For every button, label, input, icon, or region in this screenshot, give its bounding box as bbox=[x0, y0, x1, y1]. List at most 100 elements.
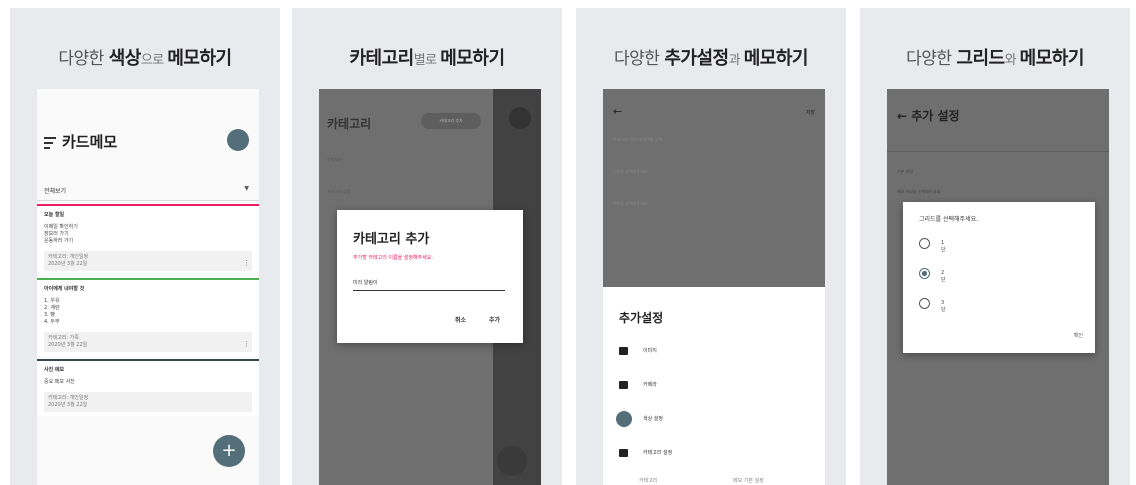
image-icon bbox=[619, 347, 628, 355]
card-body: 이메일 확인하기 장보러 가기 운동하러 가기 bbox=[44, 224, 252, 245]
caption-bold: 카테고리 bbox=[349, 48, 414, 69]
radio-off-icon bbox=[919, 298, 930, 309]
memo-card[interactable]: 사진 메모 중요 메모 사진 카테고리: 개인일정 2020년 3월 22일 bbox=[37, 359, 259, 416]
card-title: 사진 메모 bbox=[44, 367, 65, 373]
category-name-input[interactable]: 미리 알림이 bbox=[353, 278, 505, 291]
avatar[interactable] bbox=[227, 129, 249, 151]
dialog-title: 카테고리 추가 bbox=[353, 232, 430, 247]
memo-card[interactable]: 오늘 할일 이메일 확인하기 장보러 가기 운동하러 가기 카테고리: 개인일정… bbox=[37, 204, 259, 275]
arrow-left-icon[interactable]: ← bbox=[613, 105, 622, 118]
category-row[interactable]: 전체보기 bbox=[327, 157, 342, 163]
card-body: 1. 우유 2. 계란 3. 빵 4. 두부 bbox=[44, 298, 252, 326]
memo-card[interactable]: 아이에게 내야할 것 1. 우유 2. 계란 3. 빵 4. 두부 카테고리: … bbox=[37, 278, 259, 356]
caption-mid: 별로 bbox=[413, 53, 441, 68]
camera-icon bbox=[619, 381, 628, 389]
add-category-button[interactable]: 카테고리 추가 bbox=[421, 113, 481, 129]
card-line: 2. 계란 bbox=[44, 305, 60, 311]
app-title: 카드메모 bbox=[62, 133, 118, 151]
card-line: 운동하러 가기 bbox=[44, 238, 74, 244]
card-category: 카테고리: 개인일정 bbox=[48, 254, 89, 260]
caption-pre: 다양한 bbox=[58, 49, 109, 69]
card-title: 아이에게 내야할 것 bbox=[44, 286, 85, 292]
caption-bold2: 메모하기 bbox=[1019, 48, 1085, 69]
panel-caption: 다양한 그리드와 메모하기 bbox=[860, 44, 1130, 70]
menu-icon[interactable] bbox=[44, 137, 56, 152]
card-date: 2020년 3월 22일 bbox=[48, 342, 88, 348]
ok-button[interactable]: 확인 bbox=[1074, 332, 1083, 339]
grid-select-dialog: 그리드를 선택해주세요. 1단 2단 3단 확인 bbox=[903, 202, 1095, 353]
caption-mid: 과 bbox=[728, 53, 744, 68]
card-line: 1. 우유 bbox=[44, 298, 60, 304]
ghost-text: 카테고리: 미리 알림이를 선택 bbox=[613, 137, 663, 142]
bottom-right-button[interactable]: 메모 기본 설정 bbox=[733, 477, 764, 484]
category-filter[interactable]: 전체보기 ▼ bbox=[37, 181, 259, 201]
phone-screen: 카테고리 카테고리 추가 전체보기 카테고리 없음 카테고리 추가 추가할 카테… bbox=[319, 89, 541, 485]
chevron-down-icon: ▼ bbox=[244, 185, 249, 192]
card-category: 카테고리: 개인일정 bbox=[48, 395, 89, 401]
card-meta: 카테고리: 개인일정 2020년 3월 22일 bbox=[44, 251, 252, 271]
caption-bold: 색상 bbox=[108, 48, 142, 69]
card-meta: 카테고리: 개인일정 2020년 3월 22일 bbox=[44, 392, 252, 412]
caption-bold: 추가설정 bbox=[664, 48, 729, 69]
caption-bold2: 메모하기 bbox=[167, 48, 232, 69]
panel-grid-memo: 다양한 그리드와 메모하기 ← 추가 설정 기본 설정 메모 색상을 선택해주세… bbox=[860, 8, 1130, 485]
avatar[interactable] bbox=[509, 107, 531, 129]
panel-category-memo: 카테고리별로 메모하기 카테고리 카테고리 추가 전체보기 카테고리 없음 카테… bbox=[292, 8, 562, 485]
app-bar: 카드메모 bbox=[37, 89, 259, 181]
ghost-text: 메모 색상을 선택해주세요. bbox=[897, 189, 942, 194]
phone-screen: ← 저장 카테고리: 미리 알림이를 선택 내용을 입력해주세요. 제목을 입력… bbox=[603, 89, 825, 485]
caption-mid: 으로 bbox=[140, 53, 168, 68]
sheet-item-label: 카메라 bbox=[643, 382, 657, 388]
card-line: 이메일 확인하기 bbox=[44, 224, 78, 230]
divider bbox=[887, 151, 1109, 152]
card-line: 4. 두부 bbox=[44, 319, 60, 325]
panel-caption: 다양한 색상으로 메모하기 bbox=[10, 44, 280, 70]
card-line: 3. 빵 bbox=[44, 312, 55, 318]
sheet-item-label: 이미지 bbox=[643, 348, 657, 354]
more-vert-icon[interactable]: ⋮ bbox=[243, 341, 250, 348]
card-date: 2020년 3월 22일 bbox=[48, 261, 88, 267]
add-category-dialog: 카테고리 추가 추가할 카테고리 이름을 설정해주세요. 미리 알림이 취소 추… bbox=[337, 210, 523, 343]
extra-settings-sheet: 추가설정 이미지 카메라 색상 설정 카테고리 설정 카테고리 메모 기본 설정 bbox=[603, 287, 825, 485]
phone-screen: ← 추가 설정 기본 설정 메모 색상을 선택해주세요. 그리드를 선택해주세요… bbox=[887, 89, 1109, 485]
sheet-title: 추가설정 bbox=[619, 311, 664, 325]
card-category: 카테고리: 가족 bbox=[48, 335, 79, 341]
caption-pre: 다양한 bbox=[906, 49, 957, 69]
color-icon bbox=[616, 411, 632, 427]
dialog-message: 추가할 카테고리 이름을 설정해주세요. bbox=[353, 255, 433, 261]
caption-bold: 그리드 bbox=[956, 48, 1005, 69]
sheet-item-label: 색상 설정 bbox=[643, 416, 663, 422]
add-button[interactable]: 추가 bbox=[489, 315, 500, 324]
dim-fab bbox=[497, 446, 527, 476]
option-label: 2단 bbox=[941, 270, 946, 283]
save-button[interactable]: 저장 bbox=[806, 109, 815, 116]
option-label: 3단 bbox=[941, 300, 946, 313]
option-label: 1단 bbox=[941, 240, 946, 253]
bottom-left-button[interactable]: 카테고리 bbox=[639, 477, 657, 484]
cancel-button[interactable]: 취소 bbox=[455, 315, 466, 324]
panel-caption: 카테고리별로 메모하기 bbox=[292, 44, 562, 70]
add-memo-button[interactable]: + bbox=[213, 435, 245, 467]
phone-screen: 카드메모 전체보기 ▼ 오늘 할일 이메일 확인하기 장보러 가기 운동하러 가… bbox=[37, 89, 259, 485]
category-screen-title: 카테고리 bbox=[327, 117, 372, 131]
card-meta: 카테고리: 가족 2020년 3월 22일 bbox=[44, 332, 252, 352]
ghost-text: 기본 설정 bbox=[897, 169, 913, 174]
more-vert-icon[interactable]: ⋮ bbox=[243, 260, 250, 267]
settings-header[interactable]: ← 추가 설정 bbox=[897, 107, 960, 124]
category-icon bbox=[619, 449, 628, 457]
dialog-title: 그리드를 선택해주세요. bbox=[919, 216, 979, 223]
ghost-text: 제목을 입력해주세요. bbox=[613, 201, 649, 206]
ghost-text: 내용을 입력해주세요. bbox=[613, 169, 649, 174]
sheet-item-label: 카테고리 설정 bbox=[643, 450, 673, 456]
radio-on-icon bbox=[919, 268, 930, 279]
panel-caption: 다양한 추가설정과 메모하기 bbox=[576, 44, 846, 70]
caption-pre: 다양한 bbox=[614, 49, 665, 69]
card-line: 중요 메모 사진 bbox=[44, 379, 75, 385]
filter-label: 전체보기 bbox=[44, 188, 67, 195]
panel-color-memo: 다양한 색상으로 메모하기 카드메모 전체보기 ▼ 오늘 할일 이메일 확인하기… bbox=[10, 8, 280, 485]
card-title: 오늘 할일 bbox=[44, 212, 65, 218]
caption-bold2: 메모하기 bbox=[743, 48, 809, 69]
radio-off-icon bbox=[919, 238, 930, 249]
caption-mid: 와 bbox=[1004, 53, 1020, 68]
category-row[interactable]: 카테고리 없음 bbox=[327, 189, 350, 195]
